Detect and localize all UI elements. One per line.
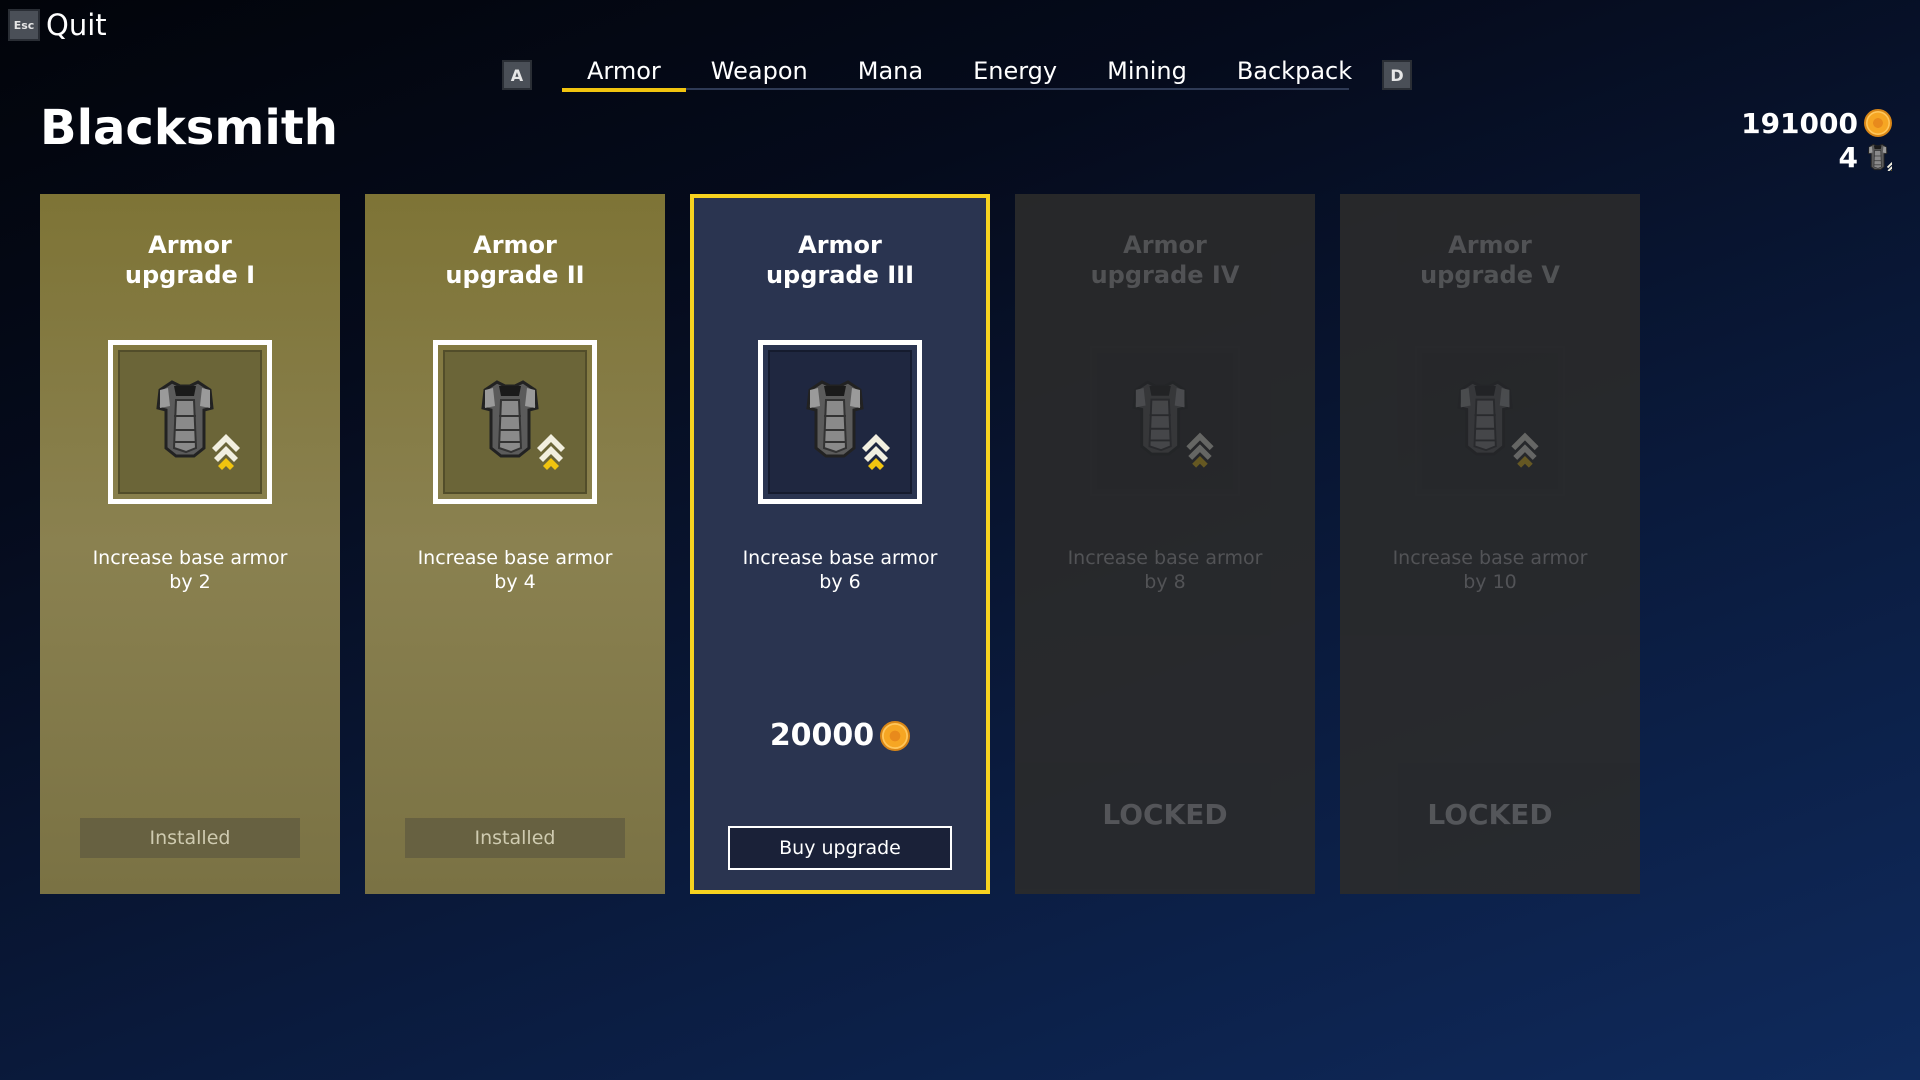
icon-background — [443, 350, 587, 494]
armor-upgrade-icon — [1415, 346, 1565, 496]
quit-button[interactable]: Esc Quit — [8, 8, 107, 42]
icon-background — [768, 350, 912, 494]
upgrade-cards: Armor upgrade I Increase base armor by 2… — [40, 194, 1640, 894]
card-description-line: by 8 — [1144, 571, 1186, 593]
armor-upgrade-icon — [1457, 380, 1541, 470]
icon-background — [118, 350, 262, 494]
armor-icon — [1867, 143, 1892, 171]
card-title: Armor upgrade I — [40, 230, 340, 290]
icon-background — [1097, 353, 1233, 489]
card-description-line: Increase base armor — [92, 547, 288, 569]
card-title-line: upgrade II — [445, 261, 585, 289]
card-title-line: upgrade IV — [1090, 261, 1240, 289]
card-title-line: upgrade V — [1420, 261, 1560, 289]
card-description: Increase base armor by 4 — [365, 546, 665, 594]
card-description-line: by 2 — [169, 571, 211, 593]
icon-background — [1422, 353, 1558, 489]
tab-weapon[interactable]: Weapon — [686, 52, 833, 90]
card-description-line: by 6 — [819, 571, 861, 593]
category-tabs: A Armor Weapon Mana Energy Mining Backpa… — [502, 52, 1422, 92]
tab-armor[interactable]: Armor — [562, 52, 686, 92]
installed-badge: Installed — [80, 818, 300, 858]
coin-count: 191000 — [1741, 106, 1858, 140]
card-title: Armor upgrade II — [365, 230, 665, 290]
armor-upgrade-icon — [481, 380, 567, 472]
card-title-line: upgrade III — [765, 261, 915, 289]
quit-label: Quit — [46, 8, 107, 42]
locked-label: LOCKED — [1427, 798, 1553, 831]
price-value: 20000 — [769, 718, 875, 753]
esc-key-icon: Esc — [8, 9, 40, 41]
card-description: Increase base armor by 6 — [694, 546, 986, 594]
armor-upgrade-icon — [108, 340, 272, 504]
card-title-line: Armor — [148, 231, 232, 259]
card-description-line: Increase base armor — [1392, 547, 1588, 569]
currency-panel: 191000 4 — [1741, 106, 1892, 174]
upgrade-card-5: Armor upgrade V Increase base armor by 1… — [1340, 194, 1640, 894]
card-title-line: Armor — [1448, 231, 1532, 259]
armor-count: 4 — [1838, 140, 1858, 174]
coin-balance: 191000 — [1741, 106, 1892, 140]
armor-upgrade-icon — [1090, 346, 1240, 496]
card-description-line: Increase base armor — [742, 547, 938, 569]
tab-backpack[interactable]: Backpack — [1212, 52, 1377, 90]
upgrade-card-2: Armor upgrade II Increase base armor by … — [365, 194, 665, 894]
upgrade-card-1: Armor upgrade I Increase base armor by 2… — [40, 194, 340, 894]
card-description: Increase base armor by 10 — [1340, 546, 1640, 594]
armor-balance: 4 — [1741, 140, 1892, 174]
armor-upgrade-icon — [433, 340, 597, 504]
tab-mana[interactable]: Mana — [833, 52, 948, 90]
next-tab-key[interactable]: D — [1382, 60, 1412, 90]
buy-upgrade-button[interactable]: Buy upgrade — [728, 826, 952, 870]
tab-bar: Armor Weapon Mana Energy Mining Backpack — [562, 52, 1352, 92]
card-description-line: Increase base armor — [1067, 547, 1263, 569]
gold-coin-icon — [880, 720, 911, 751]
card-description: Increase base armor by 8 — [1015, 546, 1315, 594]
upgrade-price: 20000 — [694, 718, 986, 753]
prev-tab-key[interactable]: A — [502, 60, 532, 90]
tab-mining[interactable]: Mining — [1082, 52, 1212, 90]
card-description-line: by 4 — [494, 571, 536, 593]
installed-badge: Installed — [405, 818, 625, 858]
gold-coin-icon — [1864, 109, 1892, 137]
armor-upgrade-icon — [758, 340, 922, 504]
armor-upgrade-icon — [156, 380, 242, 472]
card-title-line: upgrade I — [124, 261, 256, 289]
card-title: Armor upgrade V — [1340, 230, 1640, 290]
card-title-line: Armor — [798, 231, 882, 259]
armor-upgrade-icon — [806, 380, 892, 472]
card-title: Armor upgrade III — [694, 230, 986, 290]
card-description-line: Increase base armor — [417, 547, 613, 569]
card-title-line: Armor — [1123, 231, 1207, 259]
card-description-line: by 10 — [1463, 571, 1517, 593]
card-title: Armor upgrade IV — [1015, 230, 1315, 290]
armor-upgrade-icon — [1132, 380, 1216, 470]
tab-energy[interactable]: Energy — [948, 52, 1082, 90]
card-title-line: Armor — [473, 231, 557, 259]
card-description: Increase base armor by 2 — [40, 546, 340, 594]
locked-label: LOCKED — [1102, 798, 1228, 831]
upgrade-card-4: Armor upgrade IV Increase base armor by … — [1015, 194, 1315, 894]
upgrade-card-3[interactable]: Armor upgrade III Increase base armor by… — [690, 194, 990, 894]
page-title: Blacksmith — [40, 100, 338, 156]
